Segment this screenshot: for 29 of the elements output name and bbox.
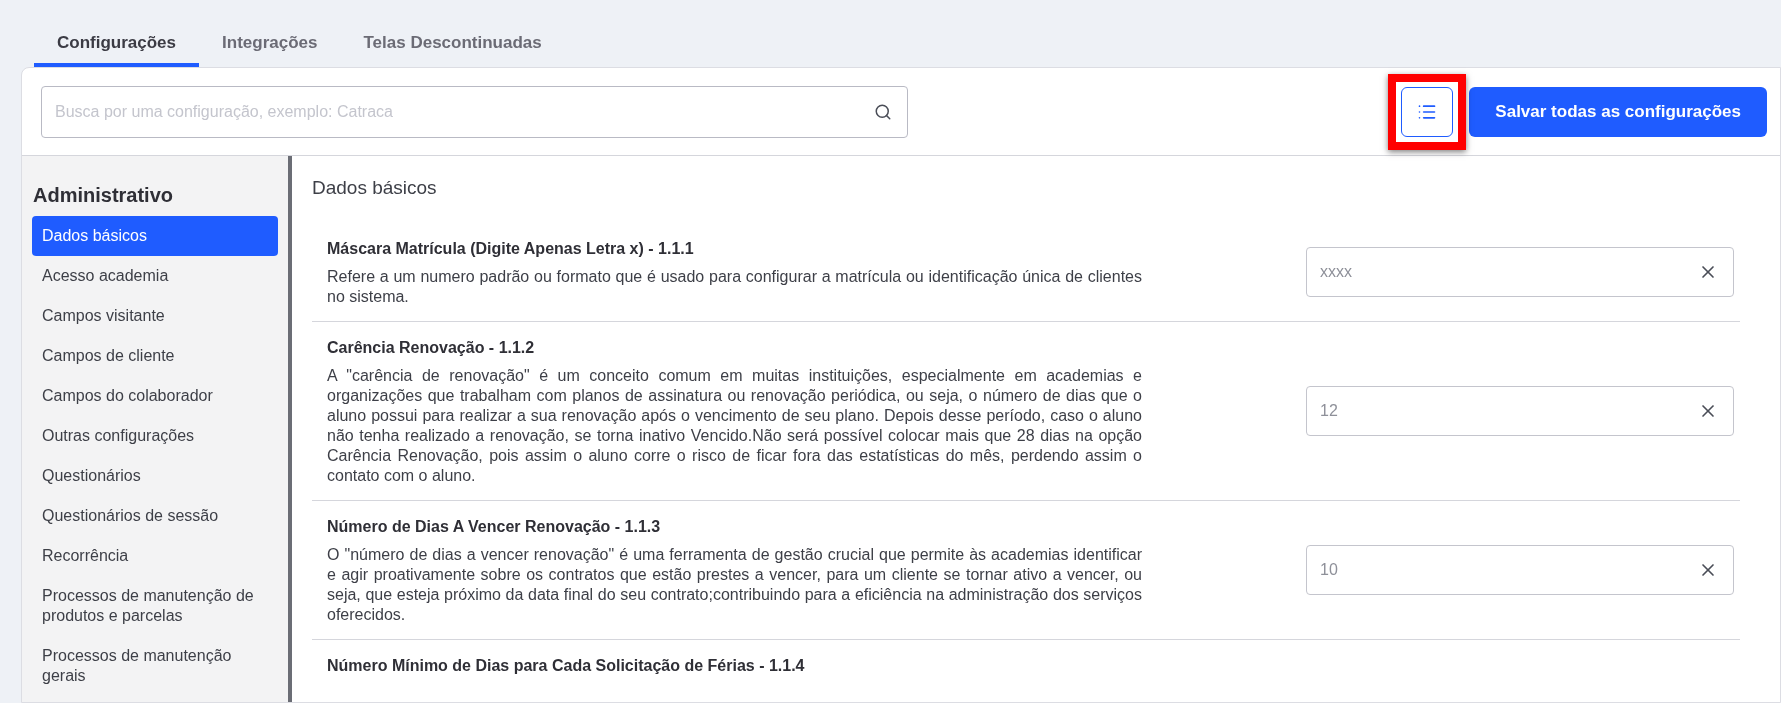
input-field[interactable]: 10 [1306, 544, 1734, 595]
tab[interactable]: Telas Descontinuadas [340, 29, 565, 67]
setting-description: A "carência de renovação" é um conceito comum em muitas instituições, especialmente em academias e organizações que trabalham com planos de assinatura ou renovação periódica, ou seja, o número de dias que o aluno possui para realizar a sua renovação após o vencimento de seu plano. Depois desse período, caso o aluno não tenha realizado a renovação, se torna inativo Vencido.Não será possível colocar mais que 28 dias na opção Carência Renovação, pois assim o aluno corre o risco de ficar fora das estatísticas do mês, perdendo assim o contato com o aluno. [327, 365, 1142, 486]
list-view-button[interactable] [1401, 86, 1454, 137]
sidebar-heading: Administrativo [32, 183, 175, 208]
setting-title: Número Mínimo de Dias para Cada Solicitação de Férias - 1.1.4 [327, 655, 806, 676]
sidebar-item[interactable]: Campos do colaborador [32, 376, 278, 416]
setting-title: Número de Dias A Vencer Renovação - 1.1.3 [327, 516, 662, 537]
sidebar-item[interactable]: Campos visitante [32, 296, 278, 336]
sidebar-item[interactable]: Acesso academia [32, 256, 278, 296]
setting-description: O "número de dias a vencer renovação" é uma ferramenta de gestão crucial que permite às academias identificar e agir proativamente sobre os contratos que estão prestes a vencer, para um cliente se tornar ativo a vencer, ou seja, que esteja próximo da data final do seu contrato;contribuindo para a eficiência na administração dos serviços oferecidos. [327, 544, 1142, 625]
sidebar-item[interactable]: Dados básicos [32, 216, 278, 256]
setting-description: Refere a um numero padrão ou formato que é usado para configurar a matrícula ou identificação única de clientes no sistema. [327, 266, 1142, 307]
section-title: Dados básicos [312, 176, 438, 200]
sidebar-item[interactable]: Questionários de sessão [32, 496, 278, 536]
sidebar-item[interactable]: Campos de cliente [32, 336, 278, 376]
tab[interactable]: Integrações [199, 29, 341, 67]
sidebar-item[interactable]: Processos de manutenção gerais [32, 636, 278, 696]
setting-title: Carência Renovação - 1.1.2 [327, 337, 536, 358]
setting-title: Máscara Matrícula (Digite Apenas Letra x) - 1.1.1 [327, 238, 695, 259]
sidebar-item[interactable]: Processos de manutenção de produtos e parcelas [32, 576, 278, 636]
save-button[interactable]: Salvar todas as configurações [1469, 86, 1767, 137]
input-field[interactable]: xxxx [1306, 246, 1734, 297]
search-icon [874, 102, 892, 121]
input-field[interactable]: 12 [1306, 385, 1734, 436]
search-field[interactable]: Busca por uma configuração, exemplo: Catraca [41, 85, 908, 138]
sidebar-item[interactable]: Outras configurações [32, 416, 278, 456]
sidebar-item[interactable]: Recorrência [32, 536, 278, 576]
sidebar-item[interactable]: Questionários [32, 456, 278, 496]
